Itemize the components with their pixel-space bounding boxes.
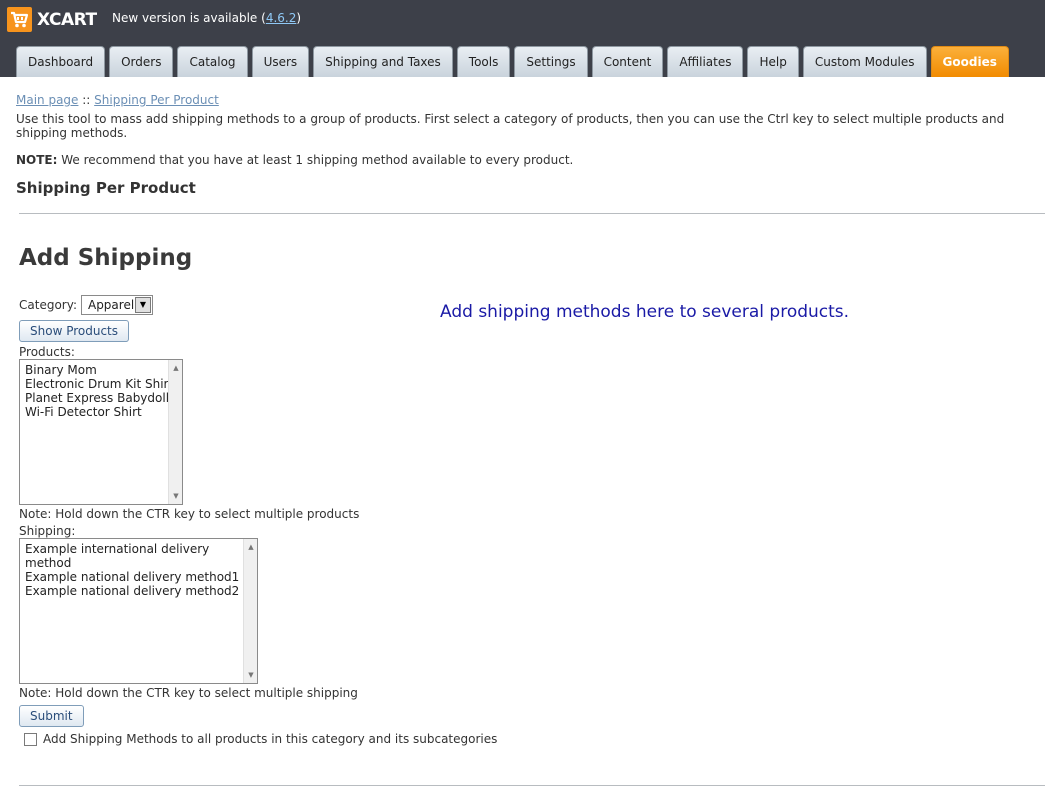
breadcrumb-shipping-per-product[interactable]: Shipping Per Product [94, 93, 219, 107]
divider-top [19, 213, 1045, 214]
page-note: NOTE: We recommend that you have at leas… [16, 153, 1036, 167]
list-item[interactable]: Example national delivery method1 [20, 570, 257, 584]
tab-goodies[interactable]: Goodies [930, 46, 1009, 77]
category-select[interactable]: Apparel ▼ [80, 294, 153, 315]
chevron-down-icon[interactable]: ▼ [134, 296, 151, 313]
divider-bottom [19, 785, 1045, 786]
scroll-down-icon[interactable]: ▼ [169, 490, 183, 502]
tab-catalog[interactable]: Catalog [177, 46, 248, 77]
products-hint: Note: Hold down the CTR key to select mu… [19, 507, 360, 521]
promo-text: Add shipping methods here to several pro… [440, 302, 850, 322]
shipping-label: Shipping: [19, 524, 76, 538]
tab-shipping-and-taxes[interactable]: Shipping and Taxes [313, 46, 453, 77]
logo-text: XCART [37, 9, 97, 30]
shipping-listbox[interactable]: Example international delivery method Ex… [19, 538, 258, 684]
products-label: Products: [19, 345, 75, 359]
list-item[interactable]: Example national delivery method2 [20, 584, 257, 598]
add-shipping-form: Category: Apparel ▼ Show Products Produc… [19, 294, 519, 746]
tab-help[interactable]: Help [747, 46, 799, 77]
list-item[interactable]: Binary Mom [20, 363, 182, 377]
list-item[interactable]: Example international delivery method [20, 542, 257, 570]
shipping-hint: Note: Hold down the CTR key to select mu… [19, 686, 358, 700]
section-title: Shipping Per Product [16, 179, 196, 197]
xcart-logo[interactable]: XCART [7, 6, 97, 33]
show-products-button[interactable]: Show Products [19, 320, 130, 342]
tab-users[interactable]: Users [251, 46, 310, 77]
add-to-subcategories-checkbox[interactable] [24, 732, 37, 746]
tab-content[interactable]: Content [591, 46, 664, 77]
shipping-scrollbar[interactable]: ▲ ▼ [243, 539, 257, 683]
list-item[interactable]: Electronic Drum Kit Shirt [20, 377, 182, 391]
list-item[interactable]: Wi-Fi Detector Shirt [20, 405, 182, 419]
note-text: We recommend that you have at least 1 sh… [57, 153, 574, 167]
list-item[interactable]: Planet Express Babydoll [20, 391, 182, 405]
note-label: NOTE: [16, 153, 58, 167]
scroll-up-icon[interactable]: ▲ [169, 362, 183, 374]
submit-button[interactable]: Submit [19, 705, 84, 727]
products-listbox[interactable]: Binary Mom Electronic Drum Kit Shirt Pla… [19, 359, 183, 505]
top-bar: XCART New version is available (4.6.2) D… [0, 0, 1045, 77]
page-content: Main page :: Shipping Per Product Use th… [16, 93, 1036, 197]
new-version-link[interactable]: 4.6.2 [266, 11, 297, 25]
checkbox-row: Add Shipping Methods to all products in … [24, 732, 519, 746]
category-label: Category: [19, 297, 77, 312]
breadcrumb-separator: :: [78, 93, 95, 107]
tab-affiliates[interactable]: Affiliates [667, 46, 744, 77]
new-version-prefix: New version is available ( [112, 11, 266, 25]
page-description: Use this tool to mass add shipping metho… [16, 112, 1005, 140]
cart-icon [7, 7, 32, 32]
new-version-notice: New version is available (4.6.2) [112, 11, 301, 25]
tab-tools[interactable]: Tools [456, 46, 511, 77]
main-nav-tabs: Dashboard Orders Catalog Users Shipping … [16, 46, 1013, 77]
tab-settings[interactable]: Settings [514, 46, 588, 77]
tab-orders[interactable]: Orders [109, 46, 174, 77]
scroll-down-icon[interactable]: ▼ [244, 669, 258, 681]
products-scrollbar[interactable]: ▲ ▼ [168, 360, 182, 504]
tab-custom-modules[interactable]: Custom Modules [802, 46, 927, 77]
breadcrumb: Main page :: Shipping Per Product [16, 93, 1036, 107]
checkbox-label: Add Shipping Methods to all products in … [43, 732, 498, 746]
new-version-suffix: ) [296, 11, 302, 25]
scroll-up-icon[interactable]: ▲ [244, 541, 258, 553]
add-shipping-title: Add Shipping [19, 245, 193, 271]
breadcrumb-main-page[interactable]: Main page [16, 93, 78, 107]
category-selected-value: Apparel [87, 297, 135, 312]
tab-dashboard[interactable]: Dashboard [16, 46, 106, 77]
